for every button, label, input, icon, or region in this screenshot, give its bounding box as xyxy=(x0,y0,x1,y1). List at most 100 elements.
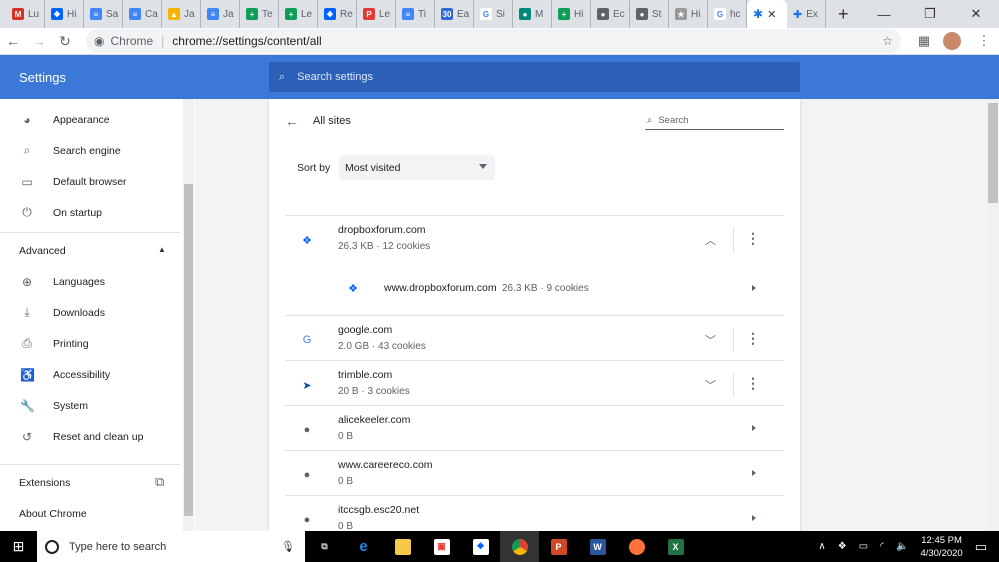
menu-icon[interactable]: ⋮ xyxy=(969,33,999,49)
wifi-icon[interactable]: ◜ xyxy=(880,541,884,552)
chevron-down-icon[interactable]: ﹀ xyxy=(705,332,716,348)
site-row[interactable]: ● www.careereco.com 0 B xyxy=(285,450,784,495)
notifications-icon[interactable]: ▭ xyxy=(975,539,987,555)
chevron-down-icon[interactable]: ﹀ xyxy=(705,377,716,393)
microphone-icon[interactable]: 🎙 xyxy=(281,540,295,553)
page-scrollbar[interactable] xyxy=(987,99,999,531)
site-name: www.careereco.com xyxy=(338,459,433,471)
wrench-icon: 🔧 xyxy=(20,398,35,413)
more-actions-icon[interactable]: ⋮ xyxy=(746,375,760,392)
caret-up-icon[interactable]: ▲ xyxy=(158,245,166,254)
sidebar-item-on-startup[interactable]: ⏻ On startup xyxy=(0,197,180,228)
tab[interactable]: M Lu xyxy=(6,0,45,28)
bookmark-star-icon[interactable]: ☆ xyxy=(882,34,893,48)
sidebar-item-languages[interactable]: ⊕ Languages xyxy=(0,266,180,297)
sidebar-item-search-engine[interactable]: ⌕ Search engine xyxy=(0,135,180,166)
store-icon[interactable]: ▣ xyxy=(422,531,461,562)
chevron-right-icon[interactable] xyxy=(752,285,756,291)
sidebar-item-accessibility[interactable]: ♿ Accessibility xyxy=(0,359,180,390)
sidebar-item-appearance[interactable]: ◕ Appearance xyxy=(0,104,180,135)
more-actions-icon[interactable]: ⋮ xyxy=(746,230,760,247)
file-explorer-icon[interactable] xyxy=(383,531,422,562)
chevron-right-icon[interactable] xyxy=(752,515,756,521)
dropbox-icon: ❖ xyxy=(51,8,63,20)
tab[interactable]: ≡ Ja xyxy=(201,0,240,28)
site-row[interactable]: ➤ trimble.com 20 B · 3 cookies ﹀ ⋮ xyxy=(285,360,784,405)
volume-icon[interactable]: 🔈 xyxy=(896,541,908,552)
tab[interactable]: ≡ Ca xyxy=(123,0,162,28)
site-row[interactable]: ❖ dropboxforum.com 26.3 KB · 12 cookies ︿ ⋮ xyxy=(285,215,784,264)
sidebar-item-extensions[interactable]: Extensions xyxy=(19,477,70,489)
powerpoint-icon[interactable]: P xyxy=(539,531,578,562)
word-icon[interactable]: W xyxy=(578,531,617,562)
sidebar-item-printing[interactable]: ⎙ Printing xyxy=(0,328,180,359)
excel-icon[interactable]: X xyxy=(656,531,695,562)
tab[interactable]: G Si xyxy=(474,0,513,28)
tab[interactable]: + Hi xyxy=(552,0,591,28)
sidebar-scrollbar[interactable] xyxy=(183,99,194,531)
search-settings-input[interactable]: ⌕ Search settings xyxy=(269,62,800,92)
chevron-up-icon[interactable]: ∧ xyxy=(818,541,825,552)
tab-settings-active[interactable]: ✱ ✕ xyxy=(747,0,787,28)
close-window-button[interactable]: ✕ xyxy=(953,0,999,28)
site-detail: 20 B · 3 cookies xyxy=(338,386,410,397)
tab[interactable]: ❖ Hi xyxy=(45,0,84,28)
site-row[interactable]: ● alicekeeler.com 0 B xyxy=(285,405,784,450)
back-button[interactable]: ← xyxy=(0,33,26,49)
dropbox-tray-icon[interactable]: ❖ xyxy=(838,541,847,552)
tab[interactable]: Ghc xyxy=(708,0,747,28)
site-search-input[interactable]: ⌕ Search xyxy=(645,111,784,130)
sidebar-item-reset-and-clean-up[interactable]: ↺ Reset and clean up xyxy=(0,421,180,452)
chevron-right-icon[interactable] xyxy=(752,470,756,476)
taskbar-search-box[interactable]: Type here to search 🎙 xyxy=(37,531,305,562)
clock[interactable]: 12:45 PM 4/30/2020 xyxy=(920,534,962,560)
profile-avatar[interactable] xyxy=(943,32,961,50)
extensions-grid-icon[interactable]: ▦ xyxy=(909,33,939,49)
restore-button[interactable]: ❐ xyxy=(907,0,953,28)
chrome-app-icon[interactable] xyxy=(500,531,539,562)
sidebar-item-about-chrome[interactable]: About Chrome xyxy=(19,508,87,520)
reload-button[interactable]: ↻ xyxy=(52,33,78,50)
sidebar-item-system[interactable]: 🔧 System xyxy=(0,390,180,421)
windows-start-button[interactable]: ⊞ xyxy=(0,538,37,555)
download-icon: ⤓ xyxy=(24,305,30,319)
minimize-button[interactable]: — xyxy=(861,0,907,28)
omnibox[interactable]: ◉ Chrome | chrome://settings/content/all… xyxy=(86,29,901,53)
battery-icon[interactable]: ▭ xyxy=(859,541,868,552)
sidebar-item-default-browser[interactable]: ▭ Default browser xyxy=(0,166,180,197)
tab-extensions[interactable]: ✚ Ex xyxy=(787,0,826,28)
sidebar-item-label: System xyxy=(53,399,89,412)
tab[interactable]: ▲ Ja xyxy=(162,0,201,28)
tab[interactable]: ★ Hi xyxy=(669,0,708,28)
open-in-new-icon[interactable]: ⧉ xyxy=(155,474,164,490)
sort-select[interactable]: Most visited xyxy=(339,155,495,180)
tab[interactable]: ● M xyxy=(513,0,552,28)
sidebar-advanced-toggle[interactable]: Advanced xyxy=(19,245,66,257)
more-actions-icon[interactable]: ⋮ xyxy=(746,330,760,347)
task-view-button[interactable]: ⧉ xyxy=(305,531,344,562)
edge-icon[interactable]: e xyxy=(344,531,383,562)
tab[interactable]: ● Ec xyxy=(591,0,630,28)
dropbox-icon: ❖ xyxy=(348,282,358,295)
back-arrow-icon[interactable]: ← xyxy=(285,113,299,129)
new-tab-button[interactable]: + xyxy=(838,4,849,25)
tab[interactable]: ≡ Ti xyxy=(396,0,435,28)
tab[interactable]: P Le xyxy=(357,0,396,28)
tab[interactable]: ❖ Re xyxy=(318,0,357,28)
tab[interactable]: ≡ Sa xyxy=(84,0,123,28)
firefox-icon[interactable] xyxy=(617,531,656,562)
forward-button[interactable]: → xyxy=(26,33,52,49)
site-row[interactable]: Ggoogle.com 2.0 GB · 43 cookies ﹀ ⋮ xyxy=(285,315,784,360)
sidebar-item-downloads[interactable]: ⤓ Downloads xyxy=(0,297,180,328)
tab[interactable]: + Te xyxy=(240,0,279,28)
site-row[interactable]: ❖ www.dropboxforum.com 26.3 KB · 9 cookies xyxy=(285,264,784,315)
site-name: alicekeeler.com xyxy=(338,414,411,426)
tab[interactable]: + Le xyxy=(279,0,318,28)
site-name: google.com xyxy=(338,324,393,336)
tab[interactable]: 30 Ea xyxy=(435,0,474,28)
dropbox-app-icon[interactable]: ❖ xyxy=(461,531,500,562)
chevron-up-icon[interactable]: ︿ xyxy=(705,232,716,248)
chevron-right-icon[interactable] xyxy=(752,425,756,431)
tab[interactable]: ● St xyxy=(630,0,669,28)
close-tab-icon[interactable]: ✕ xyxy=(767,8,776,21)
